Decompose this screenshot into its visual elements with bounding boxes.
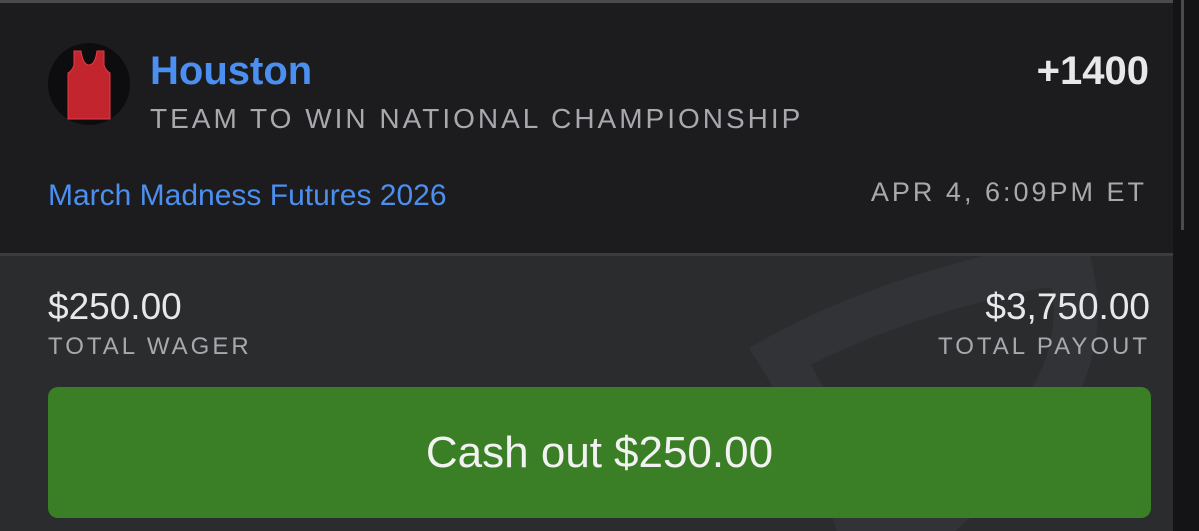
- total-payout-amount: $3,750.00: [985, 286, 1150, 327]
- cash-out-button[interactable]: Cash out $250.00: [48, 387, 1151, 518]
- team-name[interactable]: Houston: [150, 49, 312, 94]
- bet-header: Houston TEAM TO WIN NATIONAL CHAMPIONSHI…: [0, 0, 1199, 253]
- odds-value: +1400: [1036, 49, 1149, 93]
- event-link[interactable]: March Madness Futures 2026: [48, 179, 447, 213]
- bet-timestamp: APR 4, 6:09PM ET: [870, 177, 1147, 207]
- cash-out-amount: $250.00: [614, 427, 774, 477]
- total-wager-label: TOTAL WAGER: [48, 333, 252, 360]
- team-avatar: [48, 43, 130, 125]
- jersey-icon: [67, 50, 111, 120]
- scroll-edge: [1173, 0, 1199, 531]
- total-payout-label: TOTAL PAYOUT: [937, 333, 1150, 360]
- scrollbar[interactable]: [1181, 0, 1184, 230]
- cash-out-label: Cash out: [425, 427, 603, 477]
- total-wager-amount: $250.00: [48, 286, 182, 327]
- market-label: TEAM TO WIN NATIONAL CHAMPIONSHIP: [150, 103, 804, 134]
